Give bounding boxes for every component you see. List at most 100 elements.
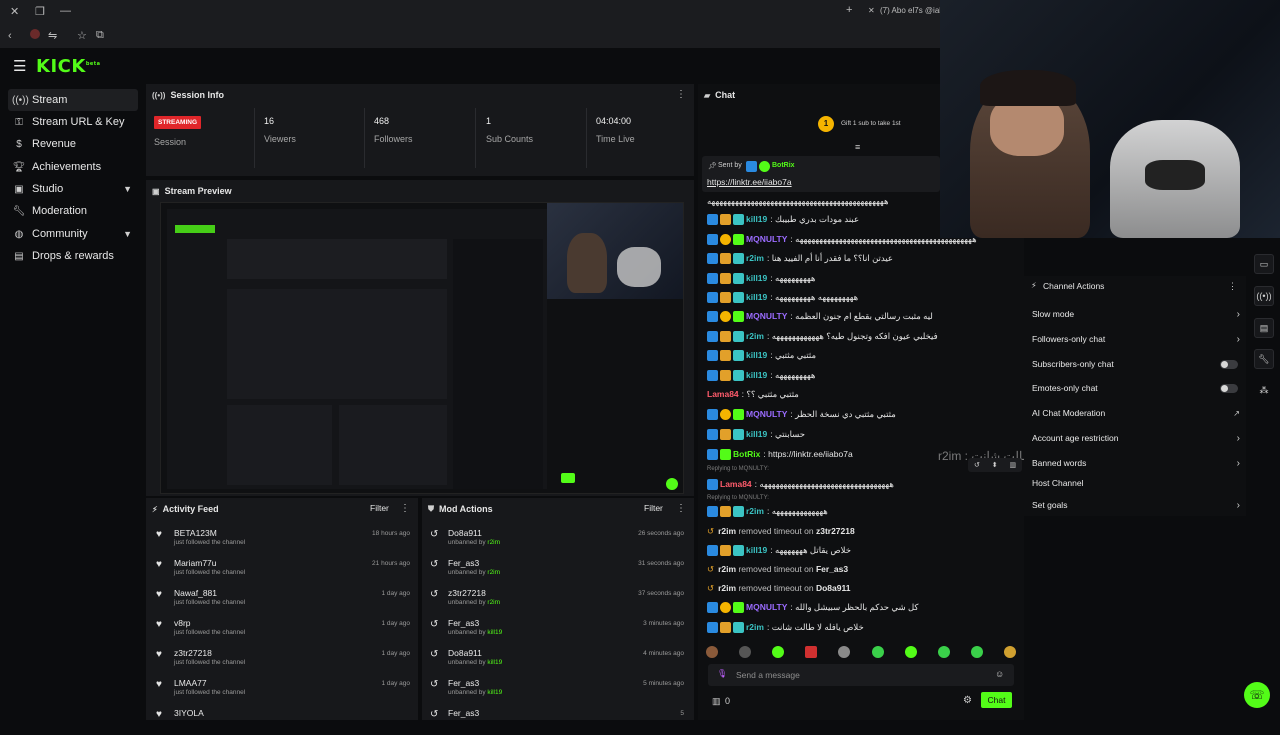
mod-action-row[interactable]: ↺ Do8a911 unbanned by kill19 4 minutes ago: [430, 645, 686, 675]
chat-username[interactable]: r2im: [746, 331, 764, 341]
activity-row[interactable]: ♥ z3tr27218 just followed the channel 1 day…: [156, 645, 412, 675]
menu-icon[interactable]: ☰: [13, 57, 26, 75]
mod-target-user[interactable]: Fer_as3: [448, 618, 479, 628]
chat-message[interactable]: MQNULTY: كل شي حدكم بالحظر سبيشل والله: [707, 599, 1017, 615]
activity-user[interactable]: BETA123M: [174, 528, 217, 538]
activity-row[interactable]: ♥ v8rp just followed the channel 1 day ago: [156, 615, 412, 645]
chat-username[interactable]: Lama84: [707, 389, 739, 399]
chat-username[interactable]: kill19: [746, 214, 767, 224]
mod-actor[interactable]: kill19: [487, 629, 502, 636]
broadcast-rail-icon[interactable]: ((•)): [1254, 286, 1274, 306]
more-options-icon[interactable]: ⋮: [676, 503, 686, 514]
chat-message[interactable]: MQNULTY: ليه مثبت رسالتي بقطع ام جنون ال…: [707, 308, 1017, 324]
activity-user[interactable]: z3tr27218: [174, 648, 212, 658]
community-rail-icon[interactable]: ⁂: [1254, 381, 1274, 401]
send-chat-button[interactable]: Chat: [981, 692, 1012, 708]
activity-row[interactable]: ♥ 3IYOLA: [156, 705, 412, 735]
kick-logo[interactable]: KICKbeta: [36, 56, 101, 77]
mod-target-user[interactable]: Fer_as3: [448, 678, 479, 688]
chat-username[interactable]: kill19: [746, 370, 767, 380]
more-options-icon[interactable]: ⋮: [1228, 281, 1237, 292]
more-options-icon[interactable]: ⋮: [676, 89, 686, 100]
system-actor[interactable]: r2im: [718, 583, 736, 593]
chat-input-box[interactable]: 🎙︎ Send a message ☺: [708, 664, 1014, 686]
toggle-switch[interactable]: [1220, 359, 1238, 369]
filter-button[interactable]: Filter: [370, 503, 389, 513]
chat-username[interactable]: BotRix: [733, 449, 760, 459]
pinned-message[interactable]: 📌︎ Sent by BotRix https://linktr.ee/iiab…: [702, 156, 940, 192]
new-tab-icon[interactable]: +: [846, 4, 852, 16]
fullscreen-icon[interactable]: [666, 478, 678, 490]
mod-actor[interactable]: r2im: [487, 539, 500, 546]
system-target[interactable]: Fer_as3: [816, 564, 848, 574]
activity-user[interactable]: v8rp: [174, 618, 191, 628]
sidebar-item-drops-rewards[interactable]: ▤ Drops & rewards: [8, 245, 138, 267]
chat-message[interactable]: Lama84: هههههههههههههههههههههههههههههههه…: [707, 476, 1017, 492]
chat-username[interactable]: kill19: [746, 429, 767, 439]
pinned-link[interactable]: https://linktr.ee/iiabo7a: [707, 177, 792, 187]
emote-icon[interactable]: [970, 646, 983, 658]
tab-close-icon[interactable]: ✕: [868, 6, 875, 15]
emote-icon[interactable]: [871, 646, 884, 658]
close-icon[interactable]: ✕: [10, 5, 19, 18]
mod-action-row[interactable]: ↺ Fer_as3 unbanned by kill19 5 minutes ago: [430, 675, 686, 705]
channel-action-emotes-only-chat[interactable]: Emotes-only chat: [1032, 379, 1240, 397]
activity-row[interactable]: ♥ BETA123M just followed the channel 18 hou…: [156, 525, 412, 555]
chat-rail-icon[interactable]: ▭: [1254, 254, 1274, 274]
mod-actor[interactable]: r2im: [487, 599, 500, 606]
emote-icon[interactable]: [772, 646, 785, 658]
mod-action-row[interactable]: ↺ Fer_as3 unbanned by r2im 31 seconds ago: [430, 555, 686, 585]
restore-icon[interactable]: ❐: [35, 5, 45, 18]
browser-tab-title[interactable]: (7) Abo el7s @iabo: [880, 6, 940, 15]
mod-actor[interactable]: kill19: [487, 689, 502, 696]
sidebar-item-moderation[interactable]: 🔧︎ Moderation: [8, 200, 138, 222]
sidebar-item-studio[interactable]: ▣ Studio ▼: [8, 178, 138, 200]
channel-action-ai-chat-moderation[interactable]: AI Chat Moderation ↗: [1032, 404, 1240, 422]
chat-message[interactable]: kill19: هههههههههه: [707, 270, 1017, 286]
chat-username[interactable]: MQNULTY: [746, 409, 787, 419]
filter-button[interactable]: Filter: [644, 503, 663, 513]
chat-input[interactable]: Send a message: [736, 670, 800, 680]
extension-icon[interactable]: ⧉: [96, 29, 104, 42]
tune-icon[interactable]: ⇋: [48, 29, 57, 42]
mod-target-user[interactable]: Do8a911: [448, 528, 482, 538]
mod-target-user[interactable]: Fer_as3: [448, 708, 479, 718]
emote-icon[interactable]: [838, 646, 851, 658]
system-actor[interactable]: r2im: [718, 526, 736, 536]
chat-message[interactable]: kill19: هههههههههه: [707, 367, 1017, 383]
star-icon[interactable]: ☆: [77, 29, 87, 42]
stream-preview-video[interactable]: [160, 202, 684, 494]
sidebar-item-stream[interactable]: ((•)) Stream: [8, 89, 138, 111]
sidebar-item-revenue[interactable]: $ Revenue: [8, 133, 138, 155]
chat-message[interactable]: r2im: فيخلبي عيون افكه وتجنول طيه؟ ههههه…: [707, 328, 1017, 344]
sidebar-item-stream-url-key[interactable]: ⚿ Stream URL & Key: [8, 111, 138, 133]
mod-target-user[interactable]: Fer_as3: [448, 558, 479, 568]
chat-message[interactable]: kill19: خلاص يقاتل هههههههه: [707, 542, 1017, 558]
expand-chevron-icon[interactable]: ≡: [855, 142, 860, 152]
sidebar-item-community[interactable]: ◍ Community ▼: [8, 223, 138, 245]
mod-target-user[interactable]: z3tr27218: [448, 588, 486, 598]
activity-row[interactable]: ♥ LMAA77 just followed the channel 1 day ag…: [156, 675, 412, 705]
minimize-icon[interactable]: —: [60, 5, 71, 17]
emote-icon[interactable]: [706, 646, 718, 658]
mod-action-row[interactable]: ↺ Fer_as3 unbanned by kill19 3 minutes ago: [430, 615, 686, 645]
activity-user[interactable]: Mariam77u: [174, 558, 217, 568]
gift-sub-text[interactable]: Gift 1 sub to take 1st: [841, 120, 901, 127]
emote-icon[interactable]: [937, 646, 950, 658]
chat-message[interactable]: kill19: هههههههههه هههههههههه: [707, 289, 1017, 305]
chat-username[interactable]: kill19: [746, 545, 767, 555]
channel-action-subscribers-only-chat[interactable]: Subscribers-only chat: [1032, 355, 1240, 373]
back-icon[interactable]: ‹: [8, 30, 12, 42]
chat-username[interactable]: MQNULTY: [746, 234, 787, 244]
more-options-icon[interactable]: ⋮: [400, 503, 410, 514]
system-actor[interactable]: r2im: [718, 564, 736, 574]
chat-settings-gear-icon[interactable]: ⚙: [963, 695, 972, 706]
chat-message[interactable]: MQNULTY: مثتبي مثتبي دي نسخة الحظر: [707, 406, 1017, 422]
chat-message[interactable]: kill19: مثتبي مثتبي: [707, 347, 1017, 363]
wrench-rail-icon[interactable]: 🔧︎: [1254, 349, 1274, 369]
system-target[interactable]: Do8a911: [816, 583, 851, 593]
mic-icon[interactable]: 🎙︎: [717, 669, 727, 678]
chat-username[interactable]: MQNULTY: [746, 602, 787, 612]
chat-username[interactable]: r2im: [746, 253, 764, 263]
chat-username[interactable]: r2im: [746, 622, 764, 632]
